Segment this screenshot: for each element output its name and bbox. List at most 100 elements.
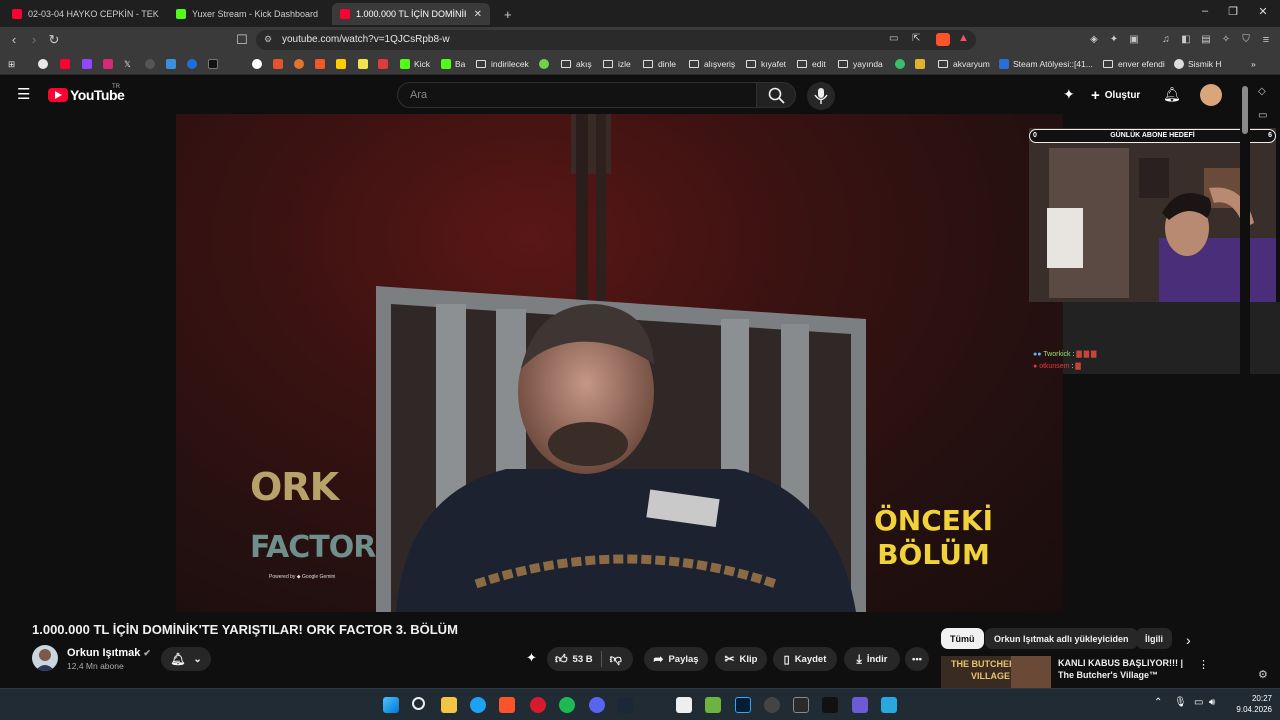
browser-tab-hayko[interactable]: 02-03-04 HAYKO CEPKİN - TEK GECE — [4, 3, 160, 25]
side-panel-icon[interactable]: ▭ — [1258, 110, 1267, 121]
hamburger-menu-icon[interactable]: ☰ — [17, 87, 30, 102]
bookmark-site-icon[interactable] — [378, 57, 392, 71]
bookmark-folder-izle[interactable]: izle — [603, 57, 631, 71]
steam-icon[interactable] — [617, 697, 633, 713]
scrollbar-thumb[interactable] — [1242, 86, 1248, 134]
menu-icon[interactable]: ≡ — [1258, 32, 1274, 48]
media-icon[interactable]: ♫ — [1158, 32, 1174, 48]
bookmark-site-icon[interactable] — [895, 57, 909, 71]
tray-overflow-icon[interactable]: ⌃ — [1154, 697, 1162, 708]
capcut-icon[interactable] — [676, 697, 692, 713]
chevron-right-icon[interactable]: › — [1186, 632, 1191, 648]
more-bookmarks-icon[interactable]: » — [1251, 57, 1256, 71]
bookmark-folder-kiyafet[interactable]: kıyafet — [746, 57, 786, 71]
avatar[interactable] — [1200, 84, 1222, 106]
page-scrollbar[interactable] — [1240, 76, 1250, 688]
bookmark-sismik[interactable]: Sismik H — [1174, 57, 1222, 71]
settings-gear-icon[interactable]: ⚙ — [1258, 668, 1268, 681]
save-button[interactable]: ▯ Kaydet — [773, 647, 837, 671]
sidebar-icon[interactable]: ◧ — [1178, 32, 1194, 48]
app-icon[interactable] — [793, 697, 809, 713]
photoshop-icon[interactable] — [735, 697, 751, 713]
bookmark-steam-workshop[interactable]: Steam Atölyesi::[41... — [999, 57, 1093, 71]
bookmark-instagram-icon[interactable] — [103, 57, 117, 71]
video-player[interactable]: ORK FACTOR Powered by ◆ Google Gemini ÖN… — [176, 114, 1063, 612]
bookmark-google-icon[interactable] — [38, 57, 52, 71]
start-menu-icon[interactable] — [383, 697, 399, 713]
epic-games-icon[interactable] — [822, 697, 838, 713]
more-actions-button[interactable]: ••• — [905, 647, 929, 671]
discord-icon[interactable] — [589, 697, 605, 713]
volume-icon[interactable]: 🔊︎ — [1209, 697, 1215, 708]
create-button[interactable]: + Oluştur — [1091, 86, 1140, 104]
bookmark-site-icon[interactable] — [315, 57, 329, 71]
spotify-icon[interactable] — [559, 697, 575, 713]
edge-icon[interactable] — [470, 697, 486, 713]
bookmark-youtube-icon[interactable] — [60, 57, 74, 71]
channel-name[interactable]: Orkun Işıtmak ✔ — [67, 647, 151, 659]
like-icon[interactable]: 👍︎ — [555, 652, 568, 667]
more-vertical-icon[interactable]: ⋮ — [1198, 658, 1209, 671]
bookmark-folder-akis[interactable]: akış — [561, 57, 592, 71]
bookmark-cloud-icon[interactable] — [166, 57, 180, 71]
recommendation-thumbnail[interactable]: THE BUTCHER'S VILLAGE — [941, 656, 1051, 690]
bookmark-folder-alisveris[interactable]: alışveriş — [689, 57, 735, 71]
bookmark-ba[interactable]: Ba — [441, 57, 465, 71]
voice-search-button[interactable] — [807, 82, 835, 110]
bookmark-site-icon[interactable] — [252, 57, 266, 71]
browser-tab-active-video[interactable]: 1.000.000 TL İÇİN DOMİNİK'TE YA ✕ — [332, 3, 490, 25]
tabs-icon[interactable]: ▤ — [1198, 32, 1214, 48]
notification-subscribe-button[interactable]: 🔔︎ ⌄ — [161, 647, 211, 671]
microphone-tray-icon[interactable]: 🎙︎ — [1174, 697, 1187, 708]
close-tab-icon[interactable]: ✕ — [474, 9, 482, 20]
brave-shield-icon[interactable] — [936, 33, 950, 46]
bookmark-site-icon[interactable] — [539, 57, 553, 71]
chip-all[interactable]: Tümü — [941, 628, 984, 649]
chip-related[interactable]: İlgili — [1136, 628, 1172, 649]
obs-icon[interactable] — [764, 697, 780, 713]
app-icon[interactable] — [881, 697, 897, 713]
download-button[interactable]: ⤓ İndir — [844, 647, 900, 671]
bookmark-folder-akvaryum[interactable]: akvaryum — [938, 57, 990, 71]
chip-from-uploader[interactable]: Orkun Işıtmak adlı yükleyiciden — [985, 628, 1138, 649]
bookmark-x-icon[interactable]: 𝕏 — [124, 57, 131, 71]
like-count[interactable]: 53 B — [573, 654, 593, 665]
reload-icon[interactable]: ↻ — [46, 32, 62, 48]
bookmark-site-icon[interactable] — [294, 57, 308, 71]
bookmark-github-icon[interactable] — [145, 57, 159, 71]
browser-tab-kick-dashboard[interactable]: Yuxer Stream - Kick Dashboard — [168, 3, 328, 25]
forward-icon[interactable]: › — [26, 32, 42, 48]
bookmark-icon[interactable]: ☐ — [234, 32, 250, 48]
search-button[interactable] — [756, 82, 796, 108]
app-icon[interactable] — [705, 697, 721, 713]
bookmark-folder-yayinda[interactable]: yayında — [838, 57, 883, 71]
shield-icon[interactable]: ⛉ — [1238, 32, 1254, 48]
new-tab-button[interactable]: + — [496, 3, 516, 25]
ask-gemini-icon[interactable]: ✦ — [526, 650, 537, 666]
bookmark-folder-enver-efendi[interactable]: enver efendi — [1103, 57, 1165, 71]
bookmark-site-icon[interactable] — [273, 57, 287, 71]
share-icon[interactable]: ⇱ — [912, 33, 920, 44]
youtube-logo-icon[interactable] — [48, 88, 68, 102]
screen-icon[interactable]: ▭ — [889, 33, 898, 44]
side-panel-icon[interactable]: ◇ — [1258, 86, 1266, 97]
bookmark-folder-edit[interactable]: edit — [797, 57, 826, 71]
brave-icon[interactable] — [499, 697, 515, 713]
clip-button[interactable]: ✂ Klip — [715, 647, 767, 671]
app-icon[interactable] — [852, 697, 868, 713]
site-info-icon[interactable]: ⚙ — [264, 34, 272, 45]
wallet-icon[interactable]: ▣ — [1126, 32, 1142, 48]
close-window-icon[interactable]: ✕ — [1256, 5, 1270, 18]
bookmark-kick[interactable]: Kick — [400, 57, 430, 71]
leo-ai-icon[interactable]: ✧ — [1218, 32, 1234, 48]
bookmark-site-icon[interactable] — [208, 57, 222, 71]
minimize-icon[interactable]: – — [1198, 5, 1212, 17]
brave-rewards-icon[interactable]: ▲ — [958, 32, 969, 44]
apps-grid-icon[interactable]: ⊞ — [8, 57, 15, 71]
share-button[interactable]: ➦ Paylaş — [644, 647, 708, 671]
bookmark-site-icon[interactable] — [358, 57, 372, 71]
extensions-icon[interactable]: ✦ — [1106, 32, 1122, 48]
file-explorer-icon[interactable] — [441, 697, 457, 713]
vpn-icon[interactable]: ◈ — [1086, 32, 1102, 48]
search-icon[interactable] — [412, 697, 425, 710]
